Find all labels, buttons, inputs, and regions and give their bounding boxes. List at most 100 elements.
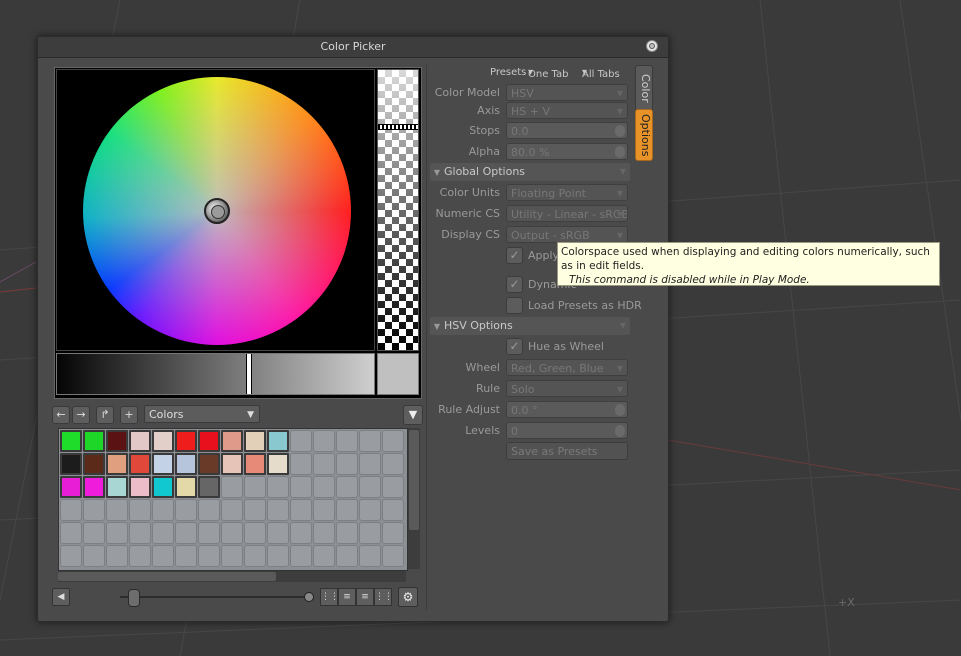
color-swatch[interactable] xyxy=(198,476,220,498)
color-swatch[interactable] xyxy=(60,453,82,475)
color-model-select[interactable]: HSV ▼ xyxy=(506,84,628,101)
empty-swatch-slot[interactable] xyxy=(175,499,197,521)
empty-swatch-slot[interactable] xyxy=(359,522,381,544)
empty-swatch-slot[interactable] xyxy=(83,545,105,567)
empty-swatch-slot[interactable] xyxy=(152,522,174,544)
color-swatch[interactable] xyxy=(83,430,105,452)
empty-swatch-slot[interactable] xyxy=(198,522,220,544)
empty-swatch-slot[interactable] xyxy=(221,522,243,544)
empty-swatch-slot[interactable] xyxy=(267,499,289,521)
sidebar-toggle-icon[interactable]: ◀ xyxy=(52,588,70,606)
empty-swatch-slot[interactable] xyxy=(336,522,358,544)
axis-select[interactable]: HS + V ▼ xyxy=(506,102,628,119)
empty-swatch-slot[interactable] xyxy=(106,499,128,521)
empty-swatch-slot[interactable] xyxy=(382,499,404,521)
color-swatch[interactable] xyxy=(106,476,128,498)
empty-swatch-slot[interactable] xyxy=(244,499,266,521)
swatch-vertical-scrollbar[interactable] xyxy=(408,428,420,569)
alpha-field[interactable]: 80.0 % xyxy=(506,143,628,160)
alpha-strip[interactable] xyxy=(377,69,419,351)
empty-swatch-slot[interactable] xyxy=(221,545,243,567)
all-tabs-menu[interactable]: All Tabs ▾ xyxy=(582,67,620,80)
empty-swatch-slot[interactable] xyxy=(313,545,335,567)
color-swatch[interactable] xyxy=(198,453,220,475)
dynamic-checkbox[interactable]: ✓ xyxy=(506,276,523,293)
detail-view-icon[interactable]: ≡ xyxy=(356,588,374,606)
large-grid-icon[interactable]: ⋮⋮ xyxy=(374,588,393,606)
color-swatch[interactable] xyxy=(83,476,105,498)
empty-swatch-slot[interactable] xyxy=(221,499,243,521)
spinner-icon[interactable] xyxy=(615,404,625,416)
apply-checkbox[interactable]: ✓ xyxy=(506,247,523,264)
hsv-options-header[interactable]: ▼ HSV Options ▼ xyxy=(430,317,630,335)
wheel-handle[interactable] xyxy=(204,198,230,224)
empty-swatch-slot[interactable] xyxy=(152,545,174,567)
empty-swatch-slot[interactable] xyxy=(336,476,358,498)
window-titlebar[interactable]: Color Picker xyxy=(38,37,668,58)
close-icon[interactable] xyxy=(646,40,658,52)
empty-swatch-slot[interactable] xyxy=(244,522,266,544)
save-as-presets-button[interactable]: Save as Presets xyxy=(506,442,628,460)
empty-swatch-slot[interactable] xyxy=(313,522,335,544)
empty-swatch-slot[interactable] xyxy=(129,522,151,544)
gear-icon[interactable]: ⚙ xyxy=(398,587,418,607)
color-swatch[interactable] xyxy=(267,430,289,452)
levels-field[interactable]: 0 xyxy=(506,422,628,439)
empty-swatch-slot[interactable] xyxy=(359,499,381,521)
empty-swatch-slot[interactable] xyxy=(244,476,266,498)
empty-swatch-slot[interactable] xyxy=(382,430,404,452)
empty-swatch-slot[interactable] xyxy=(290,522,312,544)
spinner-icon[interactable] xyxy=(615,125,625,137)
empty-swatch-slot[interactable] xyxy=(313,453,335,475)
color-swatch[interactable] xyxy=(106,430,128,452)
empty-swatch-slot[interactable] xyxy=(313,499,335,521)
scroll-thumb[interactable] xyxy=(409,430,419,530)
rule-select[interactable]: Solo ▼ xyxy=(506,380,628,397)
empty-swatch-slot[interactable] xyxy=(313,476,335,498)
color-swatch[interactable] xyxy=(175,430,197,452)
color-units-select[interactable]: Floating Point ▼ xyxy=(506,184,628,201)
empty-swatch-slot[interactable] xyxy=(106,522,128,544)
empty-swatch-slot[interactable] xyxy=(290,499,312,521)
empty-swatch-slot[interactable] xyxy=(382,545,404,567)
color-swatch[interactable] xyxy=(152,453,174,475)
tab-color[interactable]: Color xyxy=(635,65,653,111)
value-bar[interactable] xyxy=(56,353,375,395)
empty-swatch-slot[interactable] xyxy=(336,453,358,475)
swatch-horizontal-scrollbar[interactable] xyxy=(58,571,406,582)
color-swatch[interactable] xyxy=(198,430,220,452)
color-swatch[interactable] xyxy=(83,453,105,475)
hue-wheel-area[interactable] xyxy=(56,69,375,351)
empty-swatch-slot[interactable] xyxy=(106,545,128,567)
filter-icon[interactable]: ▼ xyxy=(403,405,423,425)
value-marker[interactable] xyxy=(246,354,252,394)
add-icon[interactable]: + xyxy=(120,406,138,424)
empty-swatch-slot[interactable] xyxy=(152,499,174,521)
tab-options[interactable]: Options xyxy=(635,109,653,161)
empty-swatch-slot[interactable] xyxy=(267,522,289,544)
empty-swatch-slot[interactable] xyxy=(290,545,312,567)
color-swatch[interactable] xyxy=(267,453,289,475)
empty-swatch-slot[interactable] xyxy=(290,453,312,475)
color-swatch[interactable] xyxy=(244,453,266,475)
swatch-size-slider[interactable] xyxy=(120,596,306,598)
empty-swatch-slot[interactable] xyxy=(60,545,82,567)
stops-field[interactable]: 0.0 xyxy=(506,122,628,139)
grid-view-icon[interactable]: ⋮⋮ xyxy=(320,588,339,606)
empty-swatch-slot[interactable] xyxy=(267,476,289,498)
empty-swatch-slot[interactable] xyxy=(359,430,381,452)
empty-swatch-slot[interactable] xyxy=(359,476,381,498)
empty-swatch-slot[interactable] xyxy=(198,545,220,567)
empty-swatch-slot[interactable] xyxy=(83,499,105,521)
rule-adjust-field[interactable]: 0.0 ° xyxy=(506,401,628,418)
color-swatch[interactable] xyxy=(152,430,174,452)
empty-swatch-slot[interactable] xyxy=(359,453,381,475)
color-swatch[interactable] xyxy=(221,453,243,475)
arrow-left-icon[interactable]: ← xyxy=(52,406,70,424)
empty-swatch-slot[interactable] xyxy=(359,545,381,567)
empty-swatch-slot[interactable] xyxy=(175,545,197,567)
display-cs-select[interactable]: Output - sRGB ▼ xyxy=(506,226,628,243)
empty-swatch-slot[interactable] xyxy=(175,522,197,544)
color-swatch[interactable] xyxy=(175,476,197,498)
empty-swatch-slot[interactable] xyxy=(60,522,82,544)
